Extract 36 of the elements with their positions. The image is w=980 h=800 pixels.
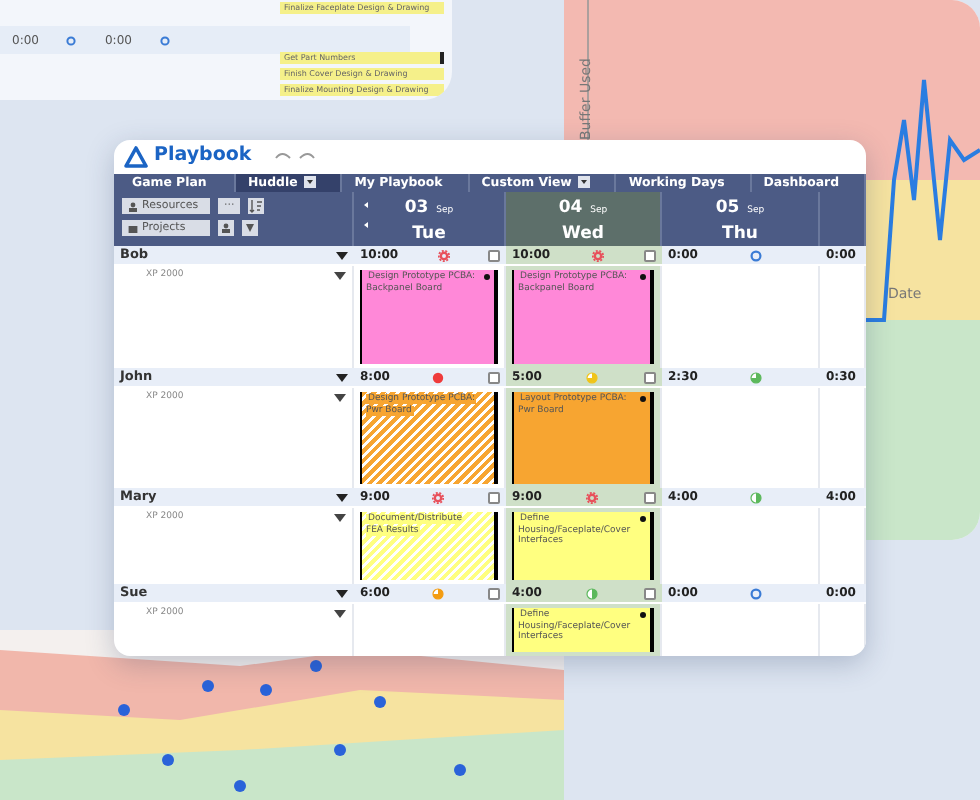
status-ring-icon [66,35,77,45]
dropdown-icon[interactable] [577,176,590,189]
checkbox[interactable] [644,587,656,599]
caret-icon[interactable] [336,589,348,597]
filter-icon[interactable] [242,220,258,236]
redo-icon[interactable] [297,150,316,163]
logo-icon [124,145,148,168]
checkbox[interactable] [644,371,656,383]
caret-icon[interactable] [334,272,346,281]
checkbox[interactable] [488,491,500,503]
checkbox[interactable] [643,249,656,261]
checkbox[interactable] [488,371,500,383]
nav-arrows-icon[interactable] [362,200,370,234]
undo-icon[interactable] [273,150,292,163]
caret-icon[interactable] [336,493,348,501]
caret-icon[interactable] [334,610,346,619]
app-title: Playbook [154,142,252,171]
checkbox[interactable] [488,587,500,599]
folder-icon [128,223,138,233]
day-number: 04 [558,196,583,222]
checkbox[interactable] [487,249,500,261]
day-number: 03 [404,196,429,222]
caret-icon[interactable] [334,514,346,523]
weekday-label: Thu [722,221,758,247]
sort-icon[interactable] [248,198,265,214]
caret-icon[interactable] [334,394,346,403]
caret-icon[interactable] [336,373,348,381]
caret-icon[interactable] [336,251,348,259]
person-icon[interactable] [218,220,234,236]
dropdown-icon[interactable] [303,176,316,189]
checkbox[interactable] [644,491,656,503]
weekday-label: Wed [562,221,604,247]
day-number: 05 [715,196,740,222]
weekday-label: Tue [412,221,446,247]
status-ring-icon [159,35,170,45]
person-icon [128,201,138,211]
